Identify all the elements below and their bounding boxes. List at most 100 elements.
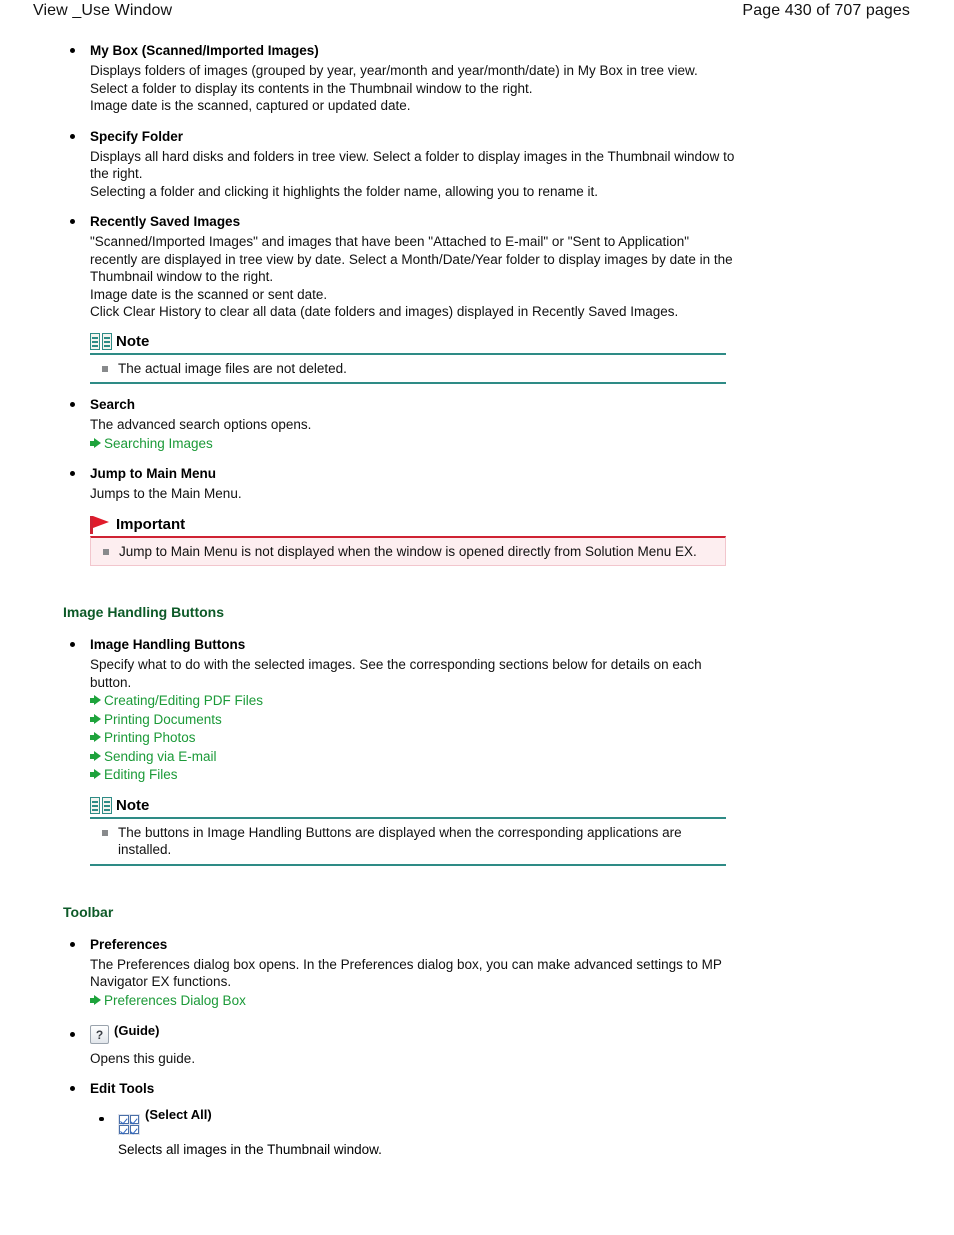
bullet-icon	[70, 941, 75, 947]
list-item-title: Image Handling Buttons	[90, 637, 246, 652]
important-list-item: Jump to Main Menu is not displayed when …	[91, 538, 725, 566]
link-label[interactable]: Preferences Dialog Box	[104, 993, 246, 1008]
square-bullet-icon	[103, 548, 109, 555]
green-arrow-icon	[90, 732, 101, 743]
bullet-icon	[70, 219, 75, 224]
list-item-body: Displays all hard disks and folders in t…	[90, 148, 739, 201]
note-body: The buttons in Image Handling Buttons ar…	[90, 816, 726, 866]
body-line: The Preferences dialog box opens. In the…	[90, 956, 722, 990]
select-all-icon[interactable]	[118, 1113, 140, 1135]
note-list-item: The actual image files are not deleted.	[90, 355, 726, 383]
list-item-body: Displays folders of images (grouped by y…	[90, 62, 739, 115]
cross-reference-link[interactable]: Creating/Editing PDF Files	[90, 692, 739, 710]
note-text: The actual image files are not deleted.	[118, 360, 347, 376]
body-line: Image date is the scanned or sent date.	[90, 286, 328, 302]
important-text: Jump to Main Menu is not displayed when …	[119, 543, 697, 559]
link-label[interactable]: Printing Documents	[104, 712, 222, 727]
list-item-body: Specify what to do with the selected ima…	[90, 656, 739, 784]
flag-icon	[90, 515, 112, 534]
bullet-icon	[70, 48, 75, 53]
book-icon	[90, 333, 112, 350]
link-label[interactable]: Creating/Editing PDF Files	[104, 693, 263, 708]
sub-list-item: (Select All)	[0, 1107, 954, 1135]
link-label[interactable]: Printing Photos	[104, 730, 196, 745]
page-number-label: Page 430 of 707 pages	[742, 2, 910, 19]
list-item: Search The advanced search options opens…	[0, 396, 954, 452]
list-item: Specify Folder Displays all hard disks a…	[0, 128, 954, 201]
cross-reference-link[interactable]: Sending via E-mail	[90, 748, 739, 766]
note-list-item: The buttons in Image Handling Buttons ar…	[90, 819, 726, 864]
list-item: My Box (Scanned/Imported Images) Display…	[0, 42, 954, 115]
page-header: View _Use Window Page 430 of 707 pages	[0, 0, 954, 26]
list-item: ? (Guide) Opens this guide.	[0, 1022, 954, 1068]
cross-reference-link[interactable]: Editing Files	[90, 766, 739, 784]
question-mark-button-icon[interactable]: ?	[90, 1025, 109, 1044]
body-line: Displays all hard disks and folders in t…	[90, 148, 735, 182]
important-header: Important	[90, 515, 726, 536]
green-arrow-icon	[90, 750, 101, 762]
link-label[interactable]: Sending via E-mail	[104, 749, 217, 764]
bullet-icon	[99, 1116, 104, 1121]
important-title: Important	[116, 515, 186, 533]
square-bullet-icon	[102, 829, 108, 836]
note-title: Note	[116, 796, 150, 814]
section-heading-image-handling: Image Handling Buttons	[63, 604, 224, 620]
body-line: Opens this guide.	[90, 1051, 196, 1066]
bullet-icon	[70, 1085, 75, 1091]
bullet-icon	[70, 133, 75, 139]
body-line: Selecting a folder and clicking it highl…	[90, 183, 599, 199]
link-label[interactable]: Searching Images	[104, 436, 213, 451]
list-item: Edit Tools	[0, 1080, 954, 1097]
note-header: Note	[90, 333, 726, 353]
list-item-body: Opens this guide.	[90, 1050, 739, 1068]
note-body: The actual image files are not deleted.	[90, 352, 726, 384]
document-title: View _Use Window	[33, 2, 173, 19]
important-callout: Important Jump to Main Menu is not displ…	[90, 515, 726, 566]
green-arrow-icon	[90, 695, 101, 706]
guide-label: (Guide)	[114, 1023, 160, 1038]
cross-reference-link[interactable]: Printing Documents	[90, 711, 739, 729]
note-callout: Note The buttons in Image Handling Butto…	[90, 797, 726, 866]
list-item: Image Handling Buttons Specify what to d…	[0, 636, 954, 784]
list-item-body: The advanced search options opens. Searc…	[90, 416, 739, 452]
cross-reference-link[interactable]: Searching Images	[90, 435, 739, 453]
body-line: "Scanned/Imported Images" and images tha…	[90, 234, 733, 284]
select-all-label: (Select All)	[145, 1106, 212, 1122]
bullet-icon	[70, 642, 75, 647]
cross-reference-link[interactable]: Preferences Dialog Box	[90, 992, 739, 1010]
link-label[interactable]: Editing Files	[104, 767, 178, 782]
list-item: Preferences The Preferences dialog box o…	[0, 936, 954, 1010]
list-item-body: Jumps to the Main Menu.	[90, 485, 739, 503]
green-arrow-icon	[90, 437, 101, 449]
body-line: Specify what to do with the selected ima…	[90, 657, 702, 690]
body-line: The advanced search options opens.	[90, 417, 312, 432]
green-arrow-icon	[90, 713, 101, 725]
body-line: Click Clear History to clear all data (d…	[90, 304, 679, 319]
note-header: Note	[90, 797, 726, 817]
bullet-icon	[70, 471, 75, 476]
section-heading-toolbar: Toolbar	[63, 903, 114, 920]
select-all-title: (Select All)	[118, 1106, 212, 1135]
book-icon	[90, 797, 112, 814]
square-bullet-icon	[102, 365, 108, 372]
list-item: Jump to Main Menu Jumps to the Main Menu…	[0, 465, 954, 503]
green-arrow-icon	[90, 994, 101, 1006]
list-item-title: Jump to Main Menu	[90, 466, 216, 481]
list-item: Recently Saved Images "Scanned/Imported …	[0, 213, 954, 321]
bullet-icon	[70, 402, 75, 407]
list-item-title: My Box (Scanned/Imported Images)	[90, 43, 319, 58]
note-text: The buttons in Image Handling Buttons ar…	[118, 824, 682, 858]
green-arrow-icon	[90, 769, 101, 780]
list-item-body: "Scanned/Imported Images" and images tha…	[90, 233, 739, 321]
body-line: Image date is the scanned, captured or u…	[90, 98, 411, 113]
list-item-title: Specify Folder	[90, 128, 184, 144]
cross-reference-link[interactable]: Printing Photos	[90, 729, 739, 747]
select-all-description: Selects all images in the Thumbnail wind…	[118, 1141, 382, 1157]
list-item-body: The Preferences dialog box opens. In the…	[90, 956, 739, 1010]
page-content: My Box (Scanned/Imported Images) Display…	[0, 26, 954, 1158]
body-line: Displays folders of images (grouped by y…	[90, 63, 698, 96]
list-item-title: Recently Saved Images	[90, 214, 241, 229]
list-item-title: Preferences	[90, 936, 168, 952]
